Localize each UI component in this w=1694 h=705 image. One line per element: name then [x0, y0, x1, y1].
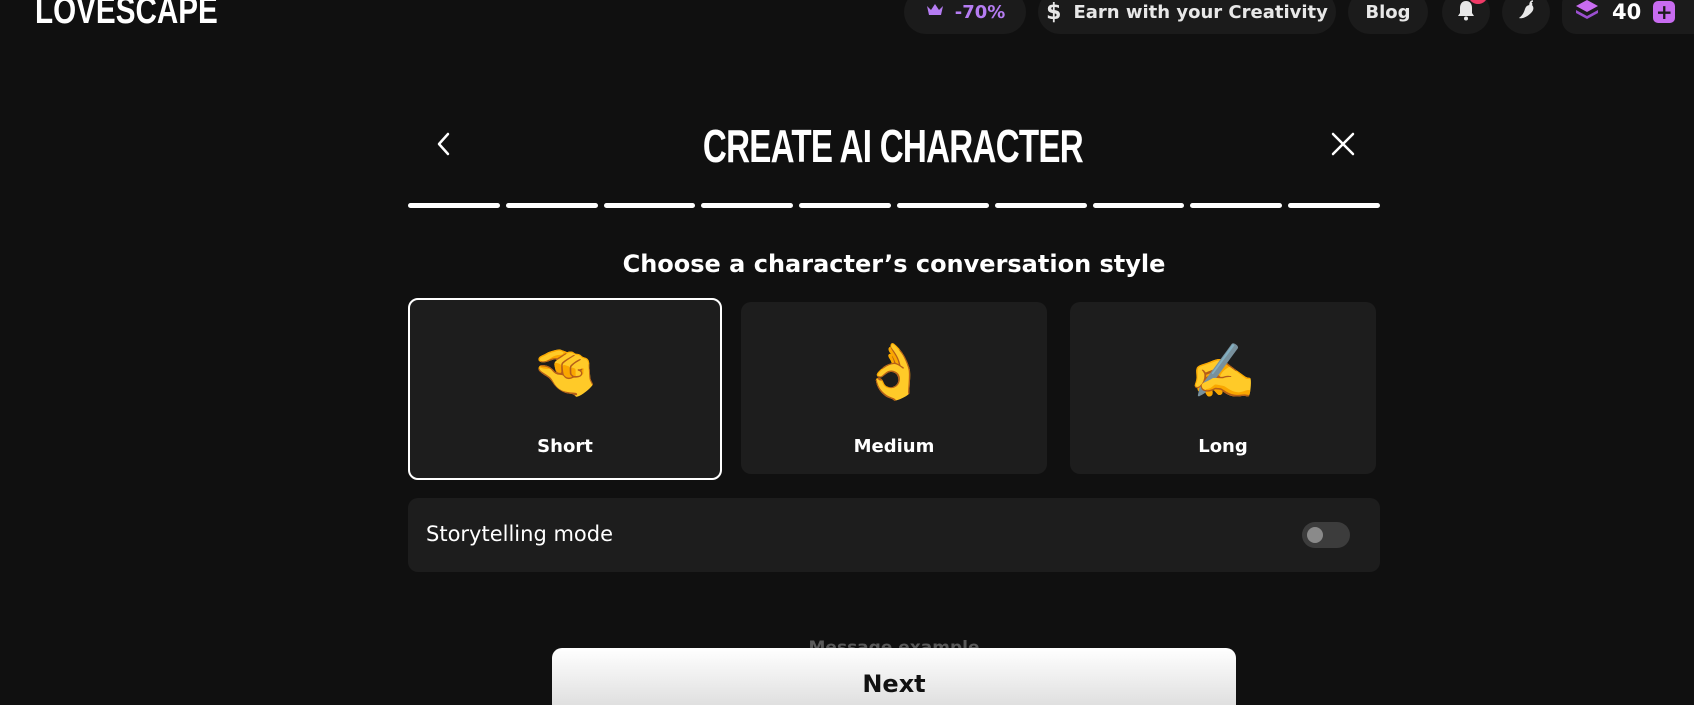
gem-stack-icon [1574, 0, 1600, 27]
option-long[interactable]: ✍️ Long [1070, 302, 1376, 474]
option-label: Long [1198, 436, 1248, 457]
earn-label: Earn with your Creativity [1073, 1, 1328, 23]
blog-link[interactable]: Blog [1348, 0, 1428, 34]
progress-segment [1190, 203, 1283, 208]
progress-segment [896, 203, 989, 208]
page-title: CREATE AI CHARACTER [702, 120, 1084, 172]
next-button[interactable]: Next [552, 648, 1236, 705]
dollar-icon: $ [1046, 0, 1062, 25]
chevron-left-icon [437, 132, 450, 156]
blog-label: Blog [1365, 1, 1411, 23]
storytelling-row: Storytelling mode [408, 498, 1380, 572]
discount-label: -70% [954, 1, 1006, 23]
discount-button[interactable]: -70% [904, 0, 1026, 34]
progress-segment [603, 203, 696, 208]
progress-segment [1288, 203, 1380, 208]
step-subtitle: Choose a character’s conversation style [622, 250, 1166, 278]
progress-bar [408, 203, 1380, 208]
add-credits-icon[interactable]: + [1653, 1, 1676, 23]
ok-hand-icon: 👌 [860, 340, 928, 403]
spicy-mode-button[interactable] [1502, 0, 1550, 34]
close-button[interactable] [1327, 128, 1359, 160]
credits-widget[interactable]: 40 + [1562, 0, 1694, 34]
toggle-knob [1307, 527, 1323, 543]
bell-icon [1456, 0, 1476, 26]
storytelling-toggle[interactable] [1302, 522, 1350, 548]
progress-segment [505, 203, 598, 208]
progress-segment [799, 203, 891, 208]
close-icon [1331, 132, 1355, 156]
progress-segment [701, 203, 794, 208]
logo[interactable]: LOVESCAPE [35, 0, 218, 35]
option-medium[interactable]: 👌 Medium [741, 302, 1047, 474]
crown-icon [925, 2, 945, 23]
progress-segment [408, 203, 500, 208]
back-button[interactable] [428, 128, 460, 160]
notifications-button[interactable]: 4 [1442, 0, 1490, 34]
page: LOVESCAPE -70% $ Earn with your Creativi… [0, 0, 1694, 705]
option-label: Medium [853, 436, 935, 457]
pinching-hand-icon: 🤏 [531, 340, 599, 403]
progress-segment [1092, 203, 1185, 208]
earn-with-creativity-button[interactable]: $ Earn with your Creativity [1038, 0, 1336, 34]
option-short[interactable]: 🤏 Short [408, 298, 722, 480]
pepper-icon [1515, 0, 1537, 26]
storytelling-label: Storytelling mode [426, 522, 614, 546]
credits-count: 40 [1612, 0, 1642, 24]
writing-hand-icon: ✍️ [1189, 340, 1257, 403]
conversation-style-options: 🤏 Short 👌 Medium ✍️ Long [408, 298, 1380, 480]
option-label: Short [537, 436, 593, 457]
progress-segment [994, 203, 1087, 208]
